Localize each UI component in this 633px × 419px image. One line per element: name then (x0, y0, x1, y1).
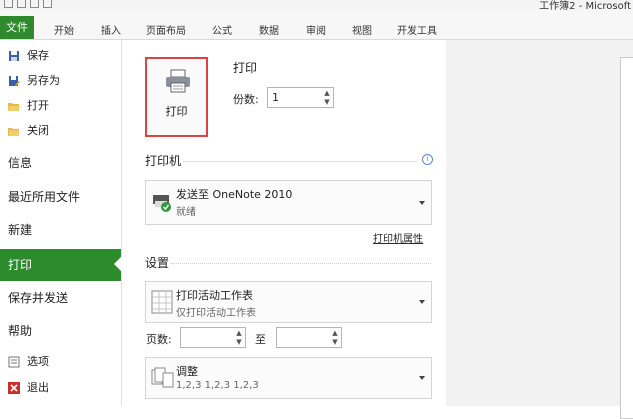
nav-print[interactable]: 打印 (0, 249, 122, 281)
nav-exit-label: 退出 (27, 381, 49, 394)
exit-icon (8, 382, 20, 394)
excel-app-icon[interactable] (4, 0, 13, 8)
pages-to-increment-icon[interactable]: ▲ (331, 329, 339, 337)
tab-page-layout[interactable]: 页面布局 (146, 24, 186, 40)
print-scope-value: 打印活动工作表 (176, 289, 253, 302)
tab-insert[interactable]: 插入 (101, 24, 121, 40)
printer-dropdown[interactable]: 发送至 OneNote 2010 就绪 (145, 180, 432, 225)
save-as-icon (9, 76, 20, 86)
chevron-down-icon (419, 300, 425, 304)
tab-developer[interactable]: 开发工具 (397, 24, 437, 40)
copies-increment-icon[interactable]: ▲ (323, 89, 331, 97)
nav-exit[interactable]: 退出 (0, 377, 121, 399)
pages-label: 页数: (146, 333, 172, 346)
nav-save-as[interactable]: 另存为 (0, 70, 121, 92)
tab-file[interactable]: 文件 (0, 16, 34, 39)
pages-to-decrement-icon[interactable]: ▼ (331, 338, 339, 346)
undo-icon[interactable] (30, 0, 39, 8)
tab-data[interactable]: 数据 (259, 24, 279, 40)
print-scope-dropdown[interactable]: 打印活动工作表 仅打印活动工作表 (145, 281, 432, 323)
chevron-down-icon (419, 376, 425, 380)
save-icon[interactable] (17, 0, 26, 8)
printer-divider (183, 161, 417, 162)
copies-decrement-icon[interactable]: ▼ (323, 98, 331, 106)
collation-dropdown[interactable]: 调整 1,2,3 1,2,3 1,2,3 (145, 357, 432, 399)
collation-order: 1,2,3 1,2,3 1,2,3 (176, 380, 259, 391)
collate-icon (151, 367, 174, 388)
copies-value: 1 (272, 91, 279, 104)
settings-divider (171, 263, 431, 264)
nav-options[interactable]: 选项 (0, 351, 121, 373)
pages-from-increment-icon[interactable]: ▲ (235, 329, 243, 337)
settings-heading: 设置 (145, 256, 170, 270)
ribbon-tab-bar: 文件 开始 插入 页面布局 公式 数据 审阅 视图 开发工具 (0, 10, 633, 40)
to-label: 至 (255, 333, 266, 346)
nav-open-label: 打开 (27, 99, 49, 112)
open-folder-icon (8, 103, 20, 111)
printer-icon (166, 69, 190, 93)
collation-value: 调整 (176, 365, 198, 378)
preview-page (620, 57, 633, 419)
chevron-down-icon (419, 200, 425, 205)
print-heading: 打印 (233, 61, 258, 75)
nav-options-label: 选项 (27, 355, 49, 368)
nav-recent[interactable]: 最近所用文件 (0, 182, 121, 212)
nav-save-label: 保存 (27, 49, 49, 62)
pages-from-decrement-icon[interactable]: ▼ (235, 338, 243, 346)
printer-properties-link[interactable]: 打印机属性 (373, 230, 423, 245)
printer-name: 发送至 OneNote 2010 (176, 188, 293, 201)
tab-home[interactable]: 开始 (54, 24, 74, 40)
tab-review[interactable]: 审阅 (306, 24, 326, 40)
close-folder-icon (8, 128, 19, 136)
nav-info[interactable]: 信息 (0, 148, 121, 178)
printer-status-icon (153, 195, 171, 212)
save-icon (9, 51, 19, 61)
worksheet-icon (151, 290, 173, 314)
tab-view[interactable]: 视图 (352, 24, 372, 40)
nav-close-label: 关闭 (27, 124, 49, 137)
tab-formulas[interactable]: 公式 (212, 24, 232, 40)
nav-save-as-label: 另存为 (27, 74, 60, 87)
nav-new[interactable]: 新建 (0, 215, 121, 245)
pages-from-stepper[interactable]: ▲ ▼ (180, 327, 246, 348)
print-settings-pane: 打印 打印 份数: 1 ▲ ▼ 打印机 i 发送至 OneNote 2010 就… (122, 40, 445, 406)
print-button[interactable]: 打印 (145, 57, 208, 137)
print-scope-description: 仅打印活动工作表 (176, 308, 256, 319)
print-preview-pane (446, 40, 633, 419)
redo-icon[interactable] (43, 0, 52, 8)
nav-open[interactable]: 打开 (0, 95, 121, 117)
options-icon (8, 356, 20, 368)
nav-save-send[interactable]: 保存并发送 (0, 283, 121, 313)
nav-close[interactable]: 关闭 (0, 120, 121, 142)
nav-help[interactable]: 帮助 (0, 316, 121, 346)
printer-status: 就绪 (176, 207, 196, 218)
copies-stepper[interactable]: 1 ▲ ▼ (267, 87, 334, 108)
pages-to-stepper[interactable]: ▲ ▼ (276, 327, 342, 348)
backstage-nav: 保存 另存为 打开 关闭 信息 最近所用文件 新建 打印 保存并发送 帮助 选项… (0, 40, 122, 406)
copies-label: 份数: (233, 93, 259, 106)
title-bar: 工作簿2 - Microsoft (0, 0, 633, 12)
print-button-label: 打印 (165, 105, 188, 118)
printer-heading: 打印机 (145, 154, 182, 168)
info-icon[interactable]: i (422, 154, 433, 165)
nav-save[interactable]: 保存 (0, 45, 121, 67)
